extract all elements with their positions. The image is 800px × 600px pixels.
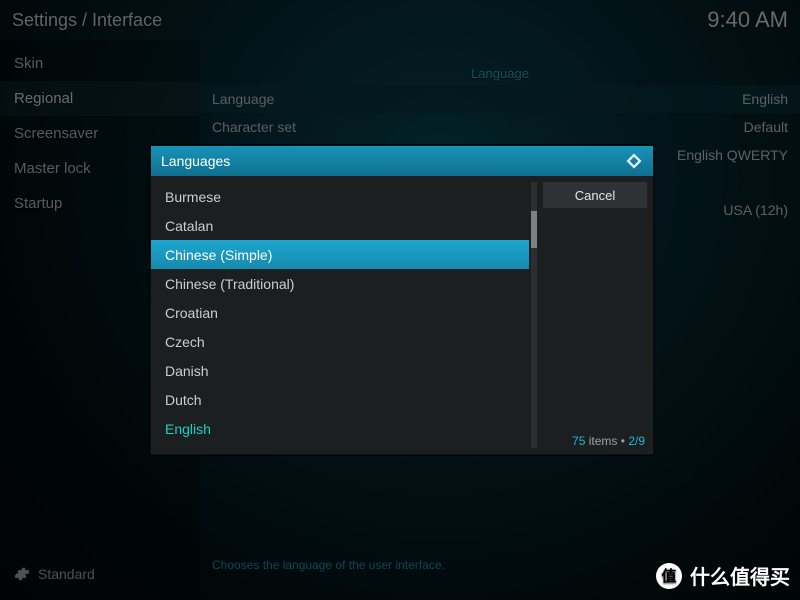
list-item[interactable]: Catalan xyxy=(151,211,529,240)
list-counter: 75 items • 2/9 xyxy=(572,434,645,448)
list-item[interactable]: Croatian xyxy=(151,298,529,327)
watermark-text: 什么值得买 xyxy=(690,561,790,590)
scrollbar[interactable] xyxy=(531,182,537,448)
list-item[interactable]: Czech xyxy=(151,327,529,356)
languages-dialog: Languages BurmeseCatalanChinese (Simple)… xyxy=(150,145,654,455)
watermark-badge-icon: 值 xyxy=(656,563,682,589)
language-list[interactable]: BurmeseCatalanChinese (Simple)Chinese (T… xyxy=(151,176,541,454)
cancel-button[interactable]: Cancel xyxy=(543,182,647,208)
scrollbar-thumb[interactable] xyxy=(531,211,537,248)
dialog-side-panel: Cancel 75 items • 2/9 xyxy=(541,176,653,454)
list-item[interactable]: Danish xyxy=(151,356,529,385)
dialog-titlebar: Languages xyxy=(151,146,653,176)
list-item[interactable]: Chinese (Traditional) xyxy=(151,269,529,298)
watermark: 值 什么值得买 xyxy=(656,561,790,590)
list-item[interactable]: Chinese (Simple) xyxy=(151,240,529,269)
list-item[interactable]: Burmese xyxy=(151,182,529,211)
dialog-title: Languages xyxy=(161,153,230,169)
list-item[interactable]: Dutch xyxy=(151,385,529,414)
list-item[interactable]: English xyxy=(151,414,529,443)
kodi-logo-icon xyxy=(625,152,643,170)
